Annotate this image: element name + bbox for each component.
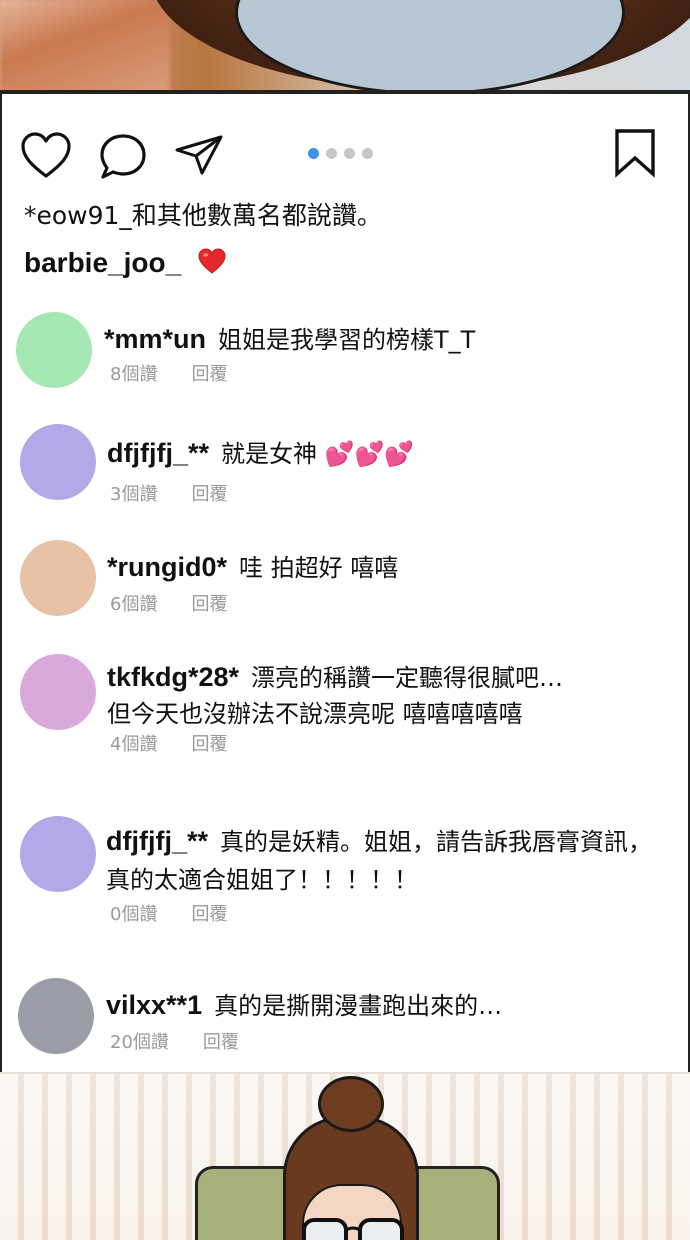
comment-username[interactable]: *mm*un (104, 324, 206, 354)
face-drawing (235, 0, 625, 90)
comment-username[interactable]: dfjfjfj_** (107, 438, 209, 468)
comment-line: tkfkdg*28* 漂亮的稱讚一定聽得很膩吧… (107, 658, 563, 693)
comment-username[interactable]: *rungid0* (107, 552, 227, 582)
panel-border-left (0, 94, 2, 1074)
reply-button[interactable]: 回覆 (191, 900, 227, 926)
paper-plane-icon[interactable] (174, 134, 224, 176)
reply-button[interactable]: 回覆 (191, 360, 227, 386)
comment-meta: 8個讚 回覆 (110, 360, 227, 386)
comment-line: *mm*un 姐姐是我學習的榜樣T_T (104, 320, 475, 355)
reply-button[interactable]: 回覆 (191, 480, 227, 506)
comment-text: 漂亮的稱讚一定聽得很膩吧… (251, 664, 564, 692)
reply-button[interactable]: 回覆 (191, 590, 227, 616)
comment-likes[interactable]: 0個讚 (110, 900, 157, 926)
comment-meta: 20個讚 回覆 (110, 1028, 239, 1054)
comment-username[interactable]: vilxx**1 (106, 990, 202, 1020)
comment-text: 真的是妖精。姐姐，請告訴我唇膏資訊， (220, 828, 653, 856)
comment-meta: 3個讚 回覆 (110, 480, 227, 506)
comment-meta: 4個讚 回覆 (110, 730, 227, 756)
comment-likes[interactable]: 3個讚 (110, 480, 157, 506)
avatar[interactable] (20, 816, 96, 892)
likes-summary: *eow91_和其他數萬名都說讚。 (24, 201, 382, 230)
comment-line: *rungid0* 哇 拍超好 嘻嘻 (107, 548, 398, 583)
avatar[interactable] (18, 978, 94, 1054)
comment-line: 真的太適合姐姐了！！！！！ (106, 860, 418, 895)
reply-button[interactable]: 回覆 (191, 730, 227, 756)
comment-text: 但今天也沒辦法不說漂亮呢 嘻嘻嘻嘻嘻 (107, 700, 523, 728)
comment-meta: 6個讚 回覆 (110, 590, 227, 616)
comment-meta: 0個讚 回覆 (110, 900, 227, 926)
avatar[interactable] (20, 540, 96, 616)
carousel-dot (362, 148, 373, 159)
hair-bun (318, 1076, 384, 1132)
comment-text: 就是女神 💕💕💕 (221, 440, 415, 468)
carousel-dot-active (308, 148, 319, 159)
comment-line: dfjfjfj_** 就是女神 💕💕💕 (107, 434, 414, 469)
comment-username[interactable]: dfjfjfj_** (106, 826, 208, 856)
comment-line: dfjfjfj_** 真的是妖精。姐姐，請告訴我唇膏資訊， (106, 822, 652, 857)
heart-outline-icon[interactable] (20, 132, 72, 180)
caption-username[interactable]: barbie_joo_ (24, 247, 181, 279)
carousel-indicator (308, 148, 373, 159)
avatar[interactable] (20, 424, 96, 500)
glasses-icon (302, 1218, 404, 1240)
reply-button[interactable]: 回覆 (203, 1028, 239, 1054)
comment-text: 哇 拍超好 嘻嘻 (239, 554, 399, 582)
carousel-dot (326, 148, 337, 159)
avatar[interactable] (20, 654, 96, 730)
top-illustration (0, 0, 690, 94)
bottom-illustration (0, 1072, 690, 1240)
carousel-dot (344, 148, 355, 159)
comment-likes[interactable]: 4個讚 (110, 730, 157, 756)
webtoon-panel: *eow91_和其他數萬名都說讚。 barbie_joo_ *mm*un 姐姐是我… (0, 0, 690, 1240)
comment-text: 真的是撕開漫畫跑出來的… (214, 992, 503, 1020)
comment-likes[interactable]: 20個讚 (110, 1028, 169, 1054)
comment-username[interactable]: tkfkdg*28* (107, 662, 239, 692)
bookmark-icon[interactable] (614, 128, 656, 178)
comment-likes[interactable]: 8個讚 (110, 360, 157, 386)
red-heart-emoji-icon (198, 248, 226, 274)
comment-likes[interactable]: 6個讚 (110, 590, 157, 616)
speech-bubble-icon[interactable] (98, 132, 148, 182)
comment-text: 真的太適合姐姐了！！！！！ (106, 866, 418, 894)
comment-text: 姐姐是我學習的榜樣T_T (218, 326, 476, 354)
comment-line: vilxx**1 真的是撕開漫畫跑出來的… (106, 986, 502, 1021)
avatar[interactable] (16, 312, 92, 388)
comment-line: 但今天也沒辦法不說漂亮呢 嘻嘻嘻嘻嘻 (107, 694, 523, 729)
background-blur (0, 0, 170, 90)
